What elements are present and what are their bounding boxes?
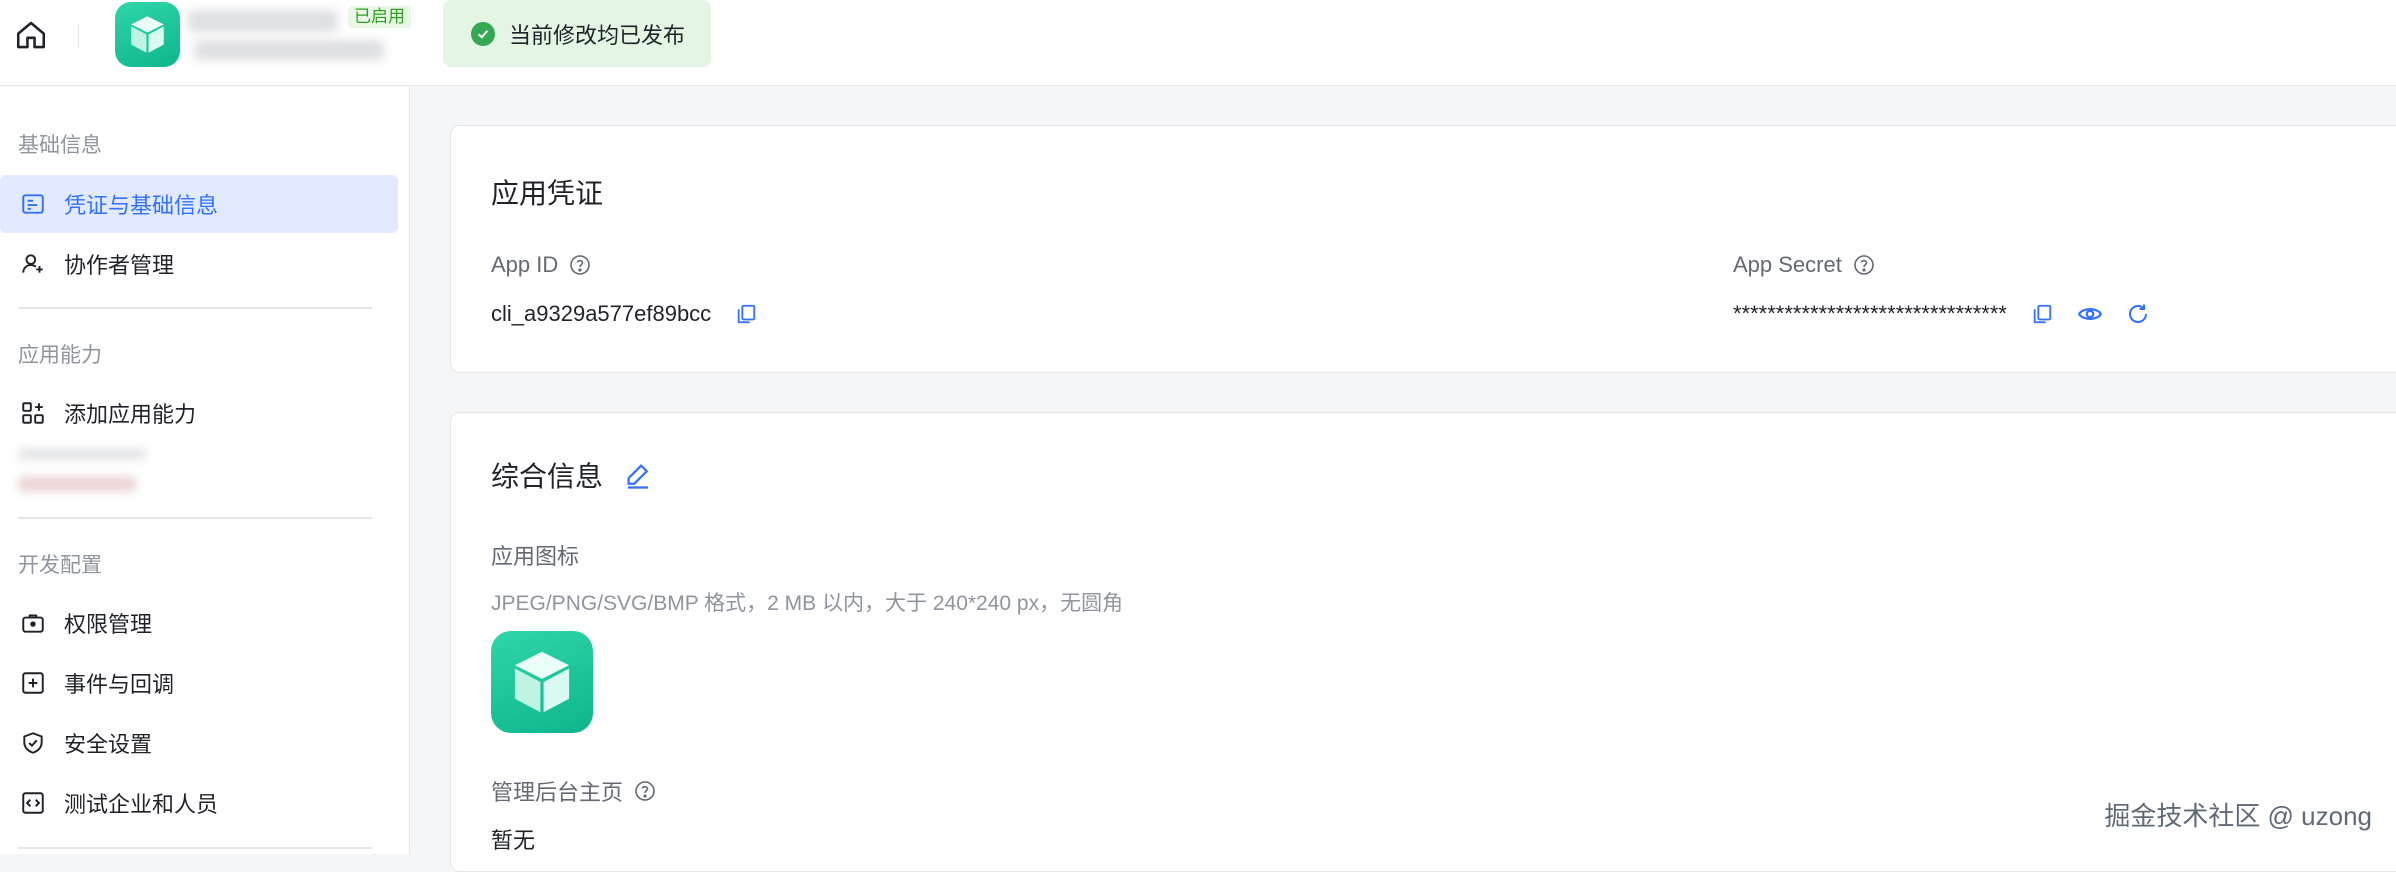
permission-icon (18, 608, 48, 638)
admin-home-value: 暂无 (491, 828, 536, 853)
toast-message: 当前修改均已发布 (509, 22, 686, 48)
app-id-label-text: App ID (491, 252, 559, 277)
sidebar-item-credentials[interactable]: 凭证与基础信息 (0, 175, 398, 233)
sidebar-item-label: 安全设置 (64, 732, 153, 757)
event-icon (18, 668, 48, 698)
credentials-card: 应用凭证 App ID cli_a9329a577ef89bcc App Sec… (450, 125, 2396, 373)
refresh-icon[interactable] (2125, 301, 2151, 327)
app-id-label: App ID (491, 252, 592, 278)
copy-icon[interactable] (733, 301, 759, 327)
app-logo (115, 2, 180, 67)
divider (18, 847, 372, 849)
help-icon[interactable] (1852, 253, 1876, 277)
app-secret-value: ******************************** (1733, 301, 2007, 326)
redacted-item (18, 449, 146, 459)
sidebar-item-label: 添加应用能力 (64, 402, 197, 427)
help-icon[interactable] (568, 253, 592, 277)
sidebar-item-label: 测试企业和人员 (64, 792, 219, 817)
admin-home-label: 管理后台主页 (491, 775, 657, 807)
general-info-title: 综合信息 (491, 461, 604, 492)
sidebar: 基础信息 凭证与基础信息 协作者管理 应用能力 添加应用能力 开发配置 权限管理… (0, 87, 410, 854)
sidebar-item-label: 凭证与基础信息 (64, 193, 219, 218)
app-secret-field: ******************************** (1733, 301, 2151, 327)
app-id-value: cli_a9329a577ef89bcc (491, 301, 712, 326)
edit-icon[interactable] (623, 460, 653, 490)
eye-icon[interactable] (2077, 301, 2103, 327)
shield-icon (18, 728, 48, 758)
divider (78, 24, 79, 48)
home-icon[interactable] (14, 18, 48, 52)
general-info-header: 综合信息 (491, 455, 653, 495)
divider (18, 307, 372, 309)
sidebar-item-collaborators[interactable]: 协作者管理 (0, 235, 398, 293)
divider (18, 517, 372, 519)
credential-icon (18, 189, 48, 219)
app-id-field: cli_a9329a577ef89bcc (491, 301, 759, 327)
app-secret-label-text: App Secret (1733, 252, 1842, 277)
sidebar-item-test-users[interactable]: 测试企业和人员 (0, 774, 398, 832)
sidebar-item-label: 事件与回调 (64, 672, 175, 697)
app-icon-label: 应用图标 (491, 544, 580, 569)
test-code-icon (18, 788, 48, 818)
app-icon-preview[interactable] (491, 631, 593, 733)
collaborator-icon (18, 249, 48, 279)
sidebar-item-add-capability[interactable]: 添加应用能力 (0, 384, 398, 442)
sidebar-item-events[interactable]: 事件与回调 (0, 654, 398, 712)
watermark: 掘金技术社区 @ uzong (2104, 801, 2372, 831)
add-capability-icon (18, 398, 48, 428)
sidebar-item-permissions[interactable]: 权限管理 (0, 594, 398, 652)
app-status-badge: 已启用 (348, 6, 411, 28)
sidebar-item-label: 权限管理 (64, 612, 153, 637)
section-dev-config: 开发配置 (18, 554, 102, 577)
credentials-title: 应用凭证 (491, 178, 604, 209)
sidebar-item-label: 协作者管理 (64, 253, 175, 278)
app-icon-hint: JPEG/PNG/SVG/BMP 格式，2 MB 以内，大于 240*240 p… (491, 592, 1124, 615)
redacted-item (18, 477, 136, 491)
copy-icon[interactable] (2029, 301, 2055, 327)
success-check-icon (471, 21, 495, 46)
help-icon[interactable] (633, 779, 657, 803)
admin-home-label-text: 管理后台主页 (491, 780, 624, 805)
sidebar-item-security[interactable]: 安全设置 (0, 714, 398, 772)
section-basic-info: 基础信息 (18, 134, 102, 157)
app-secret-label: App Secret (1733, 252, 1876, 278)
publish-toast: 当前修改均已发布 (443, 0, 711, 67)
section-app-capability: 应用能力 (18, 344, 102, 367)
top-bar: 已启用 当前修改均已发布 (0, 0, 2396, 86)
